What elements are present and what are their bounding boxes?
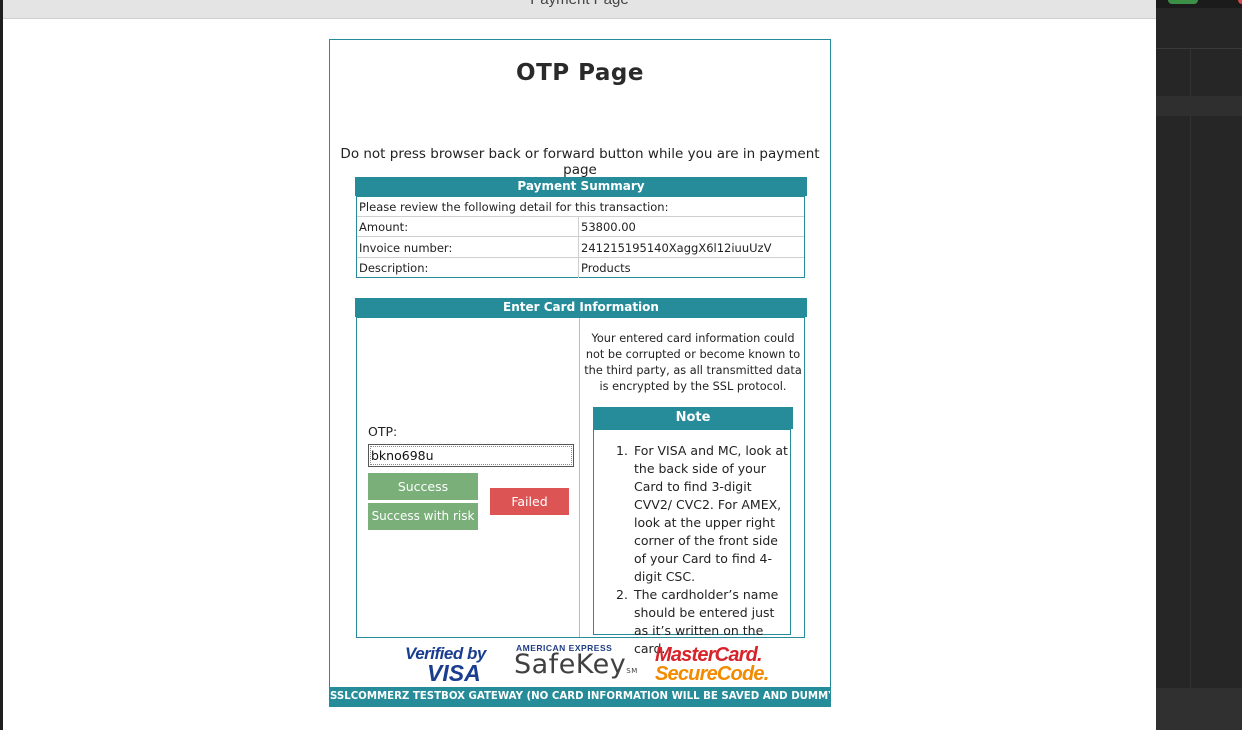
background-app <box>1156 0 1242 730</box>
browser-window: Payment Page OTP Page Do not press brows… <box>3 0 1156 730</box>
summary-intro: Please review the following detail for t… <box>359 200 669 214</box>
note-header: Note <box>593 407 793 429</box>
note-number: 1. <box>616 443 628 458</box>
background-green-indicator <box>1168 0 1198 4</box>
amount-value: 53800.00 <box>581 220 636 234</box>
failed-button[interactable]: Failed <box>490 488 569 515</box>
success-with-risk-button[interactable]: Success with risk <box>368 503 478 530</box>
card-info-panel: OTP: Success Success with risk Failed Yo… <box>356 317 805 656</box>
mastercard-securecode-logo: MasterCard. SecureCode. <box>655 644 769 686</box>
otp-input[interactable] <box>368 444 574 467</box>
summary-intro-row: Please review the following detail for t… <box>357 197 804 217</box>
visa-logo-line2: VISA <box>427 660 481 686</box>
ssl-security-note: Your entered card information could not … <box>584 332 802 393</box>
card-info-header: Enter Card Information <box>355 298 807 317</box>
note-box: 1. For VISA and MC, look at the back sid… <box>593 429 791 656</box>
background-column-line <box>1190 49 1191 729</box>
summary-row-amount: Amount: 53800.00 <box>357 217 804 237</box>
description-value: Products <box>581 261 631 275</box>
mastercard-logo-line2: SecureCode. <box>655 663 769 685</box>
invoice-value: 241215195140XaggX6l12iuuUzV <box>581 241 772 255</box>
summary-column-divider <box>578 217 579 278</box>
note-number: 2. <box>616 587 628 602</box>
gateway-footer: SSLCOMMERZ TESTBOX GATEWAY (NO CARD INFO… <box>330 687 830 706</box>
background-bottom-panel <box>1156 688 1242 730</box>
background-highlight-row <box>1156 96 1242 116</box>
summary-row-invoice: Invoice number: 241215195140XaggX6l12iuu… <box>357 238 804 258</box>
note-list: 1. For VISA and MC, look at the back sid… <box>616 442 788 658</box>
page-title: OTP Page <box>516 60 644 86</box>
verified-by-visa-logo: Verified by VISA <box>405 644 495 686</box>
summary-row-description: Description: Products <box>357 258 804 278</box>
amount-label: Amount: <box>359 220 409 234</box>
payment-summary-header: Payment Summary <box>355 177 807 196</box>
note-item: 1. For VISA and MC, look at the back sid… <box>616 442 788 586</box>
background-divider <box>1156 48 1242 49</box>
description-label: Description: <box>359 261 429 275</box>
payment-summary-table: Please review the following detail for t… <box>356 196 805 278</box>
safekey-sm-mark: SM <box>626 667 638 675</box>
window-title: Payment Page <box>3 0 1156 8</box>
success-button[interactable]: Success <box>368 473 478 500</box>
amex-logo-line2: SafeKeySM <box>514 649 638 680</box>
navigation-warning: Do not press browser back or forward but… <box>340 146 820 178</box>
invoice-label: Invoice number: <box>359 241 453 255</box>
card-panel-divider <box>579 318 580 637</box>
note-text: For VISA and MC, look at the back side o… <box>634 443 788 584</box>
otp-page-card: OTP Page Do not press browser back or fo… <box>329 39 831 707</box>
amex-safekey-logo: AMERICAN EXPRESS SafeKeySM <box>514 643 640 687</box>
otp-label: OTP: <box>368 424 398 439</box>
window-titlebar[interactable]: Payment Page <box>3 0 1156 19</box>
safekey-text: SafeKey <box>514 649 627 680</box>
